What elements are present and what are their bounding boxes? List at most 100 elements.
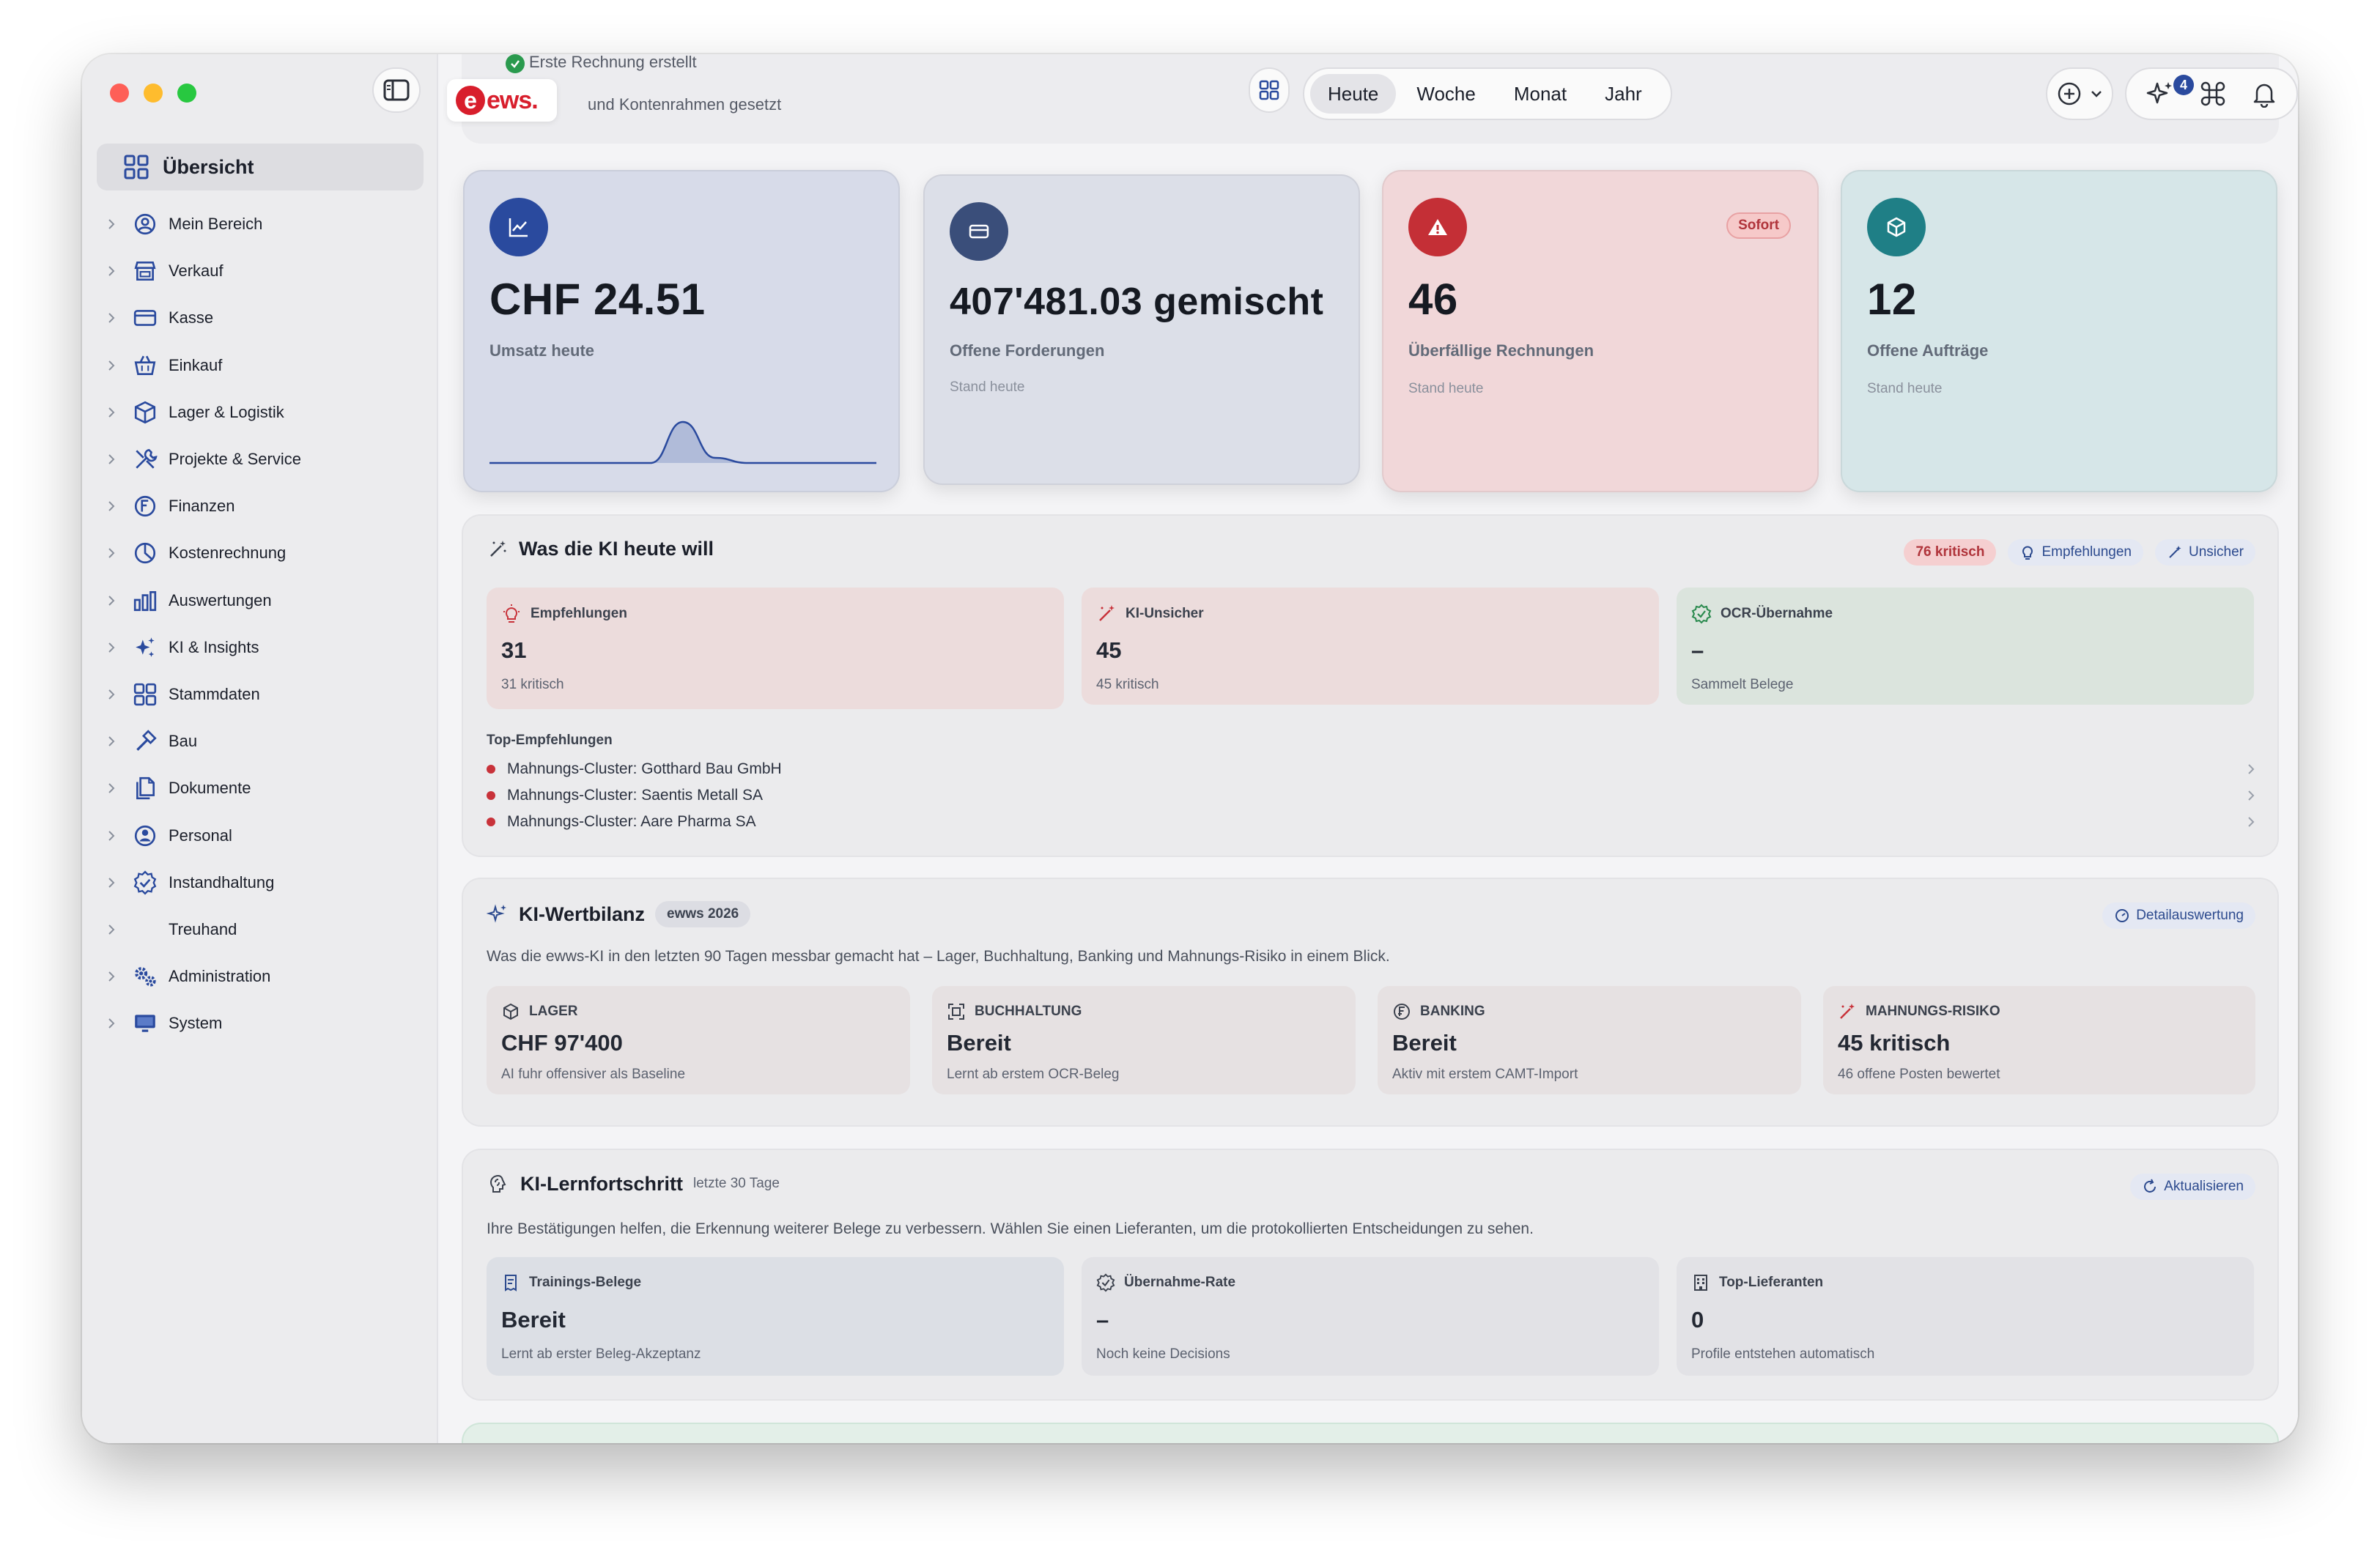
period-selector: Heute Woche Monat Jahr <box>1303 67 1672 120</box>
refresh-button[interactable]: Aktualisieren <box>2130 1174 2255 1200</box>
sidebar-item-uebersicht[interactable]: Übersicht <box>97 144 424 190</box>
chevron-right-icon[interactable] <box>103 921 120 938</box>
chevron-right-icon[interactable] <box>103 1015 120 1032</box>
training-belege-tile[interactable]: Trainings-Belege Bereit Lernt ab erster … <box>487 1257 1064 1376</box>
gauge-icon <box>2115 909 2129 922</box>
chevron-right-icon[interactable] <box>103 451 120 468</box>
panel-title: Was die KI heute will <box>519 538 714 560</box>
period-tab-monat[interactable]: Monat <box>1496 74 1584 114</box>
sidebar-item-personal[interactable]: Personal <box>82 812 438 859</box>
dashboard-layout-button[interactable] <box>1249 67 1290 113</box>
chevron-right-icon[interactable] <box>103 357 120 374</box>
kpi-card-umsatz[interactable]: CHF 24.51 Umsatz heute <box>463 170 900 492</box>
lager-tile[interactable]: LAGER CHF 97'400 AI fuhr offensiver als … <box>487 986 910 1094</box>
chevron-right-icon[interactable] <box>103 733 120 750</box>
chevron-right-icon[interactable] <box>103 497 120 515</box>
ki-uncertain-tile[interactable]: KI-Unsicher 45 45 kritisch <box>1082 588 1659 705</box>
chevron-right-icon[interactable] <box>103 779 120 797</box>
sidebar-item-ki-insights[interactable]: KI & Insights <box>82 624 438 671</box>
minimize-window-button[interactable] <box>144 84 163 103</box>
uncertain-filter-chip[interactable]: Unsicher <box>2155 539 2255 566</box>
recommendations-filter-chip[interactable]: Empfehlungen <box>2008 539 2144 566</box>
period-tab-jahr[interactable]: Jahr <box>1587 74 1660 114</box>
chevron-right-icon[interactable] <box>103 639 120 656</box>
sidebar-item-instandhaltung[interactable]: Instandhaltung <box>82 859 438 906</box>
mahnungs-risiko-tile[interactable]: MAHNUNGS-RISIKO 45 kritisch 46 offene Po… <box>1823 986 2255 1094</box>
list-item[interactable]: Mahnungs-Cluster: Aare Pharma SA <box>487 809 2255 835</box>
chevron-right-icon[interactable] <box>103 544 120 562</box>
recommendations-tile[interactable]: Empfehlungen 31 31 kritisch <box>487 588 1064 709</box>
command-icon[interactable] <box>2200 81 2226 107</box>
sidebar-item-lager-logistik[interactable]: Lager & Logistik <box>82 389 438 436</box>
kpi-label: Offene Forderungen <box>950 341 1105 360</box>
check-icon <box>506 54 525 73</box>
card-icon <box>130 303 160 333</box>
sidebar-item-mein-bereich[interactable]: Mein Bereich <box>82 201 438 248</box>
critical-dot-icon <box>487 791 495 800</box>
kpi-card-ueberfaellig[interactable]: Sofort 46 Überfällige Rechnungen Stand h… <box>1382 170 1819 492</box>
ai-assistant-button[interactable]: 4 <box>2146 75 2194 108</box>
chevron-right-icon[interactable] <box>103 874 120 892</box>
sidebar-item-label: Finanzen <box>169 497 235 516</box>
panel-header: Was die KI heute will <box>487 538 714 560</box>
sidebar-item-verkauf[interactable]: Verkauf <box>82 248 438 294</box>
tile-subtext: Sammelt Belege <box>1691 677 1794 692</box>
create-new-button[interactable] <box>2046 67 2113 120</box>
list-item[interactable]: Mahnungs-Cluster: Gotthard Bau GmbH <box>487 756 2255 782</box>
chevron-right-icon[interactable] <box>103 262 120 280</box>
sidebar-item-kostenrechnung[interactable]: Kostenrechnung <box>82 530 438 577</box>
tile-subtext: AI fuhr offensiver als Baseline <box>501 1067 686 1082</box>
chevron-right-icon[interactable] <box>103 686 120 703</box>
sidebar-item-bau[interactable]: Bau <box>82 718 438 765</box>
sidebar-item-treuhand[interactable]: Treuhand <box>82 906 438 953</box>
buchhaltung-tile[interactable]: BUCHHALTUNG Bereit Lernt ab erstem OCR-B… <box>932 986 1356 1094</box>
sidebar-item-projekte-service[interactable]: Projekte & Service <box>82 436 438 483</box>
period-tab-woche[interactable]: Woche <box>1399 74 1493 114</box>
chevron-right-icon[interactable] <box>103 404 120 421</box>
sidebar-item-label: Verkauf <box>169 262 223 281</box>
tile-header: MAHNUNGS-RISIKO <box>1838 1002 2000 1021</box>
sidebar-toggle-button[interactable] <box>372 67 421 113</box>
logo-mark: e <box>456 86 485 115</box>
button-label: Aktualisieren <box>2164 1179 2244 1194</box>
tile-value: CHF 97'400 <box>501 1030 623 1056</box>
chevron-right-icon[interactable] <box>103 968 120 985</box>
period-tab-heute[interactable]: Heute <box>1310 74 1397 114</box>
tile-value: – <box>1096 1307 1109 1333</box>
basket-icon <box>130 351 160 380</box>
panel-description: Was die ewws-KI in den letzten 90 Tagen … <box>487 948 1390 965</box>
sidebar-item-system[interactable]: System <box>82 1000 438 1047</box>
chevron-right-icon[interactable] <box>103 827 120 845</box>
chart-line-icon <box>489 198 548 256</box>
list-item[interactable]: Mahnungs-Cluster: Saentis Metall SA <box>487 782 2255 809</box>
bell-icon[interactable] <box>2251 80 2277 108</box>
detail-evaluation-button[interactable]: Detailauswertung <box>2102 902 2255 929</box>
uebernahme-rate-tile[interactable]: Übernahme-Rate – Noch keine Decisions <box>1082 1257 1659 1376</box>
sidebar-item-label: Mein Bereich <box>169 215 263 234</box>
sidebar-item-stammdaten[interactable]: Stammdaten <box>82 671 438 718</box>
tile-value: Bereit <box>501 1307 566 1333</box>
sidebar-item-kasse[interactable]: Kasse <box>82 294 438 341</box>
brain-icon <box>489 1174 506 1193</box>
chevron-right-icon[interactable] <box>103 215 120 233</box>
close-window-button[interactable] <box>110 84 129 103</box>
kpi-value: 46 <box>1408 275 1458 324</box>
sparkles-icon <box>2146 82 2172 104</box>
app-logo[interactable]: e ews. <box>447 79 557 122</box>
sidebar-item-label: Personal <box>169 826 232 845</box>
kpi-card-auftraege[interactable]: 12 Offene Aufträge Stand heute <box>1841 170 2277 492</box>
banking-tile[interactable]: BANKING Bereit Aktiv mit erstem CAMT-Imp… <box>1378 986 1801 1094</box>
sidebar-item-auswertungen[interactable]: Auswertungen <box>82 577 438 624</box>
kpi-card-forderungen[interactable]: 407'481.03 gemischt Offene Forderungen S… <box>923 174 1360 485</box>
sidebar-item-dokumente[interactable]: Dokumente <box>82 765 438 812</box>
sidebar-item-einkauf[interactable]: Einkauf <box>82 342 438 389</box>
top-lieferanten-tile[interactable]: Top-Lieferanten 0 Profile entstehen auto… <box>1677 1257 2254 1376</box>
critical-filter-chip[interactable]: 76 kritisch <box>1904 539 1997 566</box>
sidebar-item-administration[interactable]: Administration <box>82 953 438 1000</box>
sidebar-item-label: Instandhaltung <box>169 872 275 892</box>
sidebar-item-finanzen[interactable]: Finanzen <box>82 483 438 530</box>
chevron-right-icon[interactable] <box>103 592 120 609</box>
chevron-right-icon[interactable] <box>103 309 120 327</box>
ocr-uebernahme-tile[interactable]: OCR-Übernahme – Sammelt Belege <box>1677 588 2254 705</box>
zoom-window-button[interactable] <box>177 84 196 103</box>
